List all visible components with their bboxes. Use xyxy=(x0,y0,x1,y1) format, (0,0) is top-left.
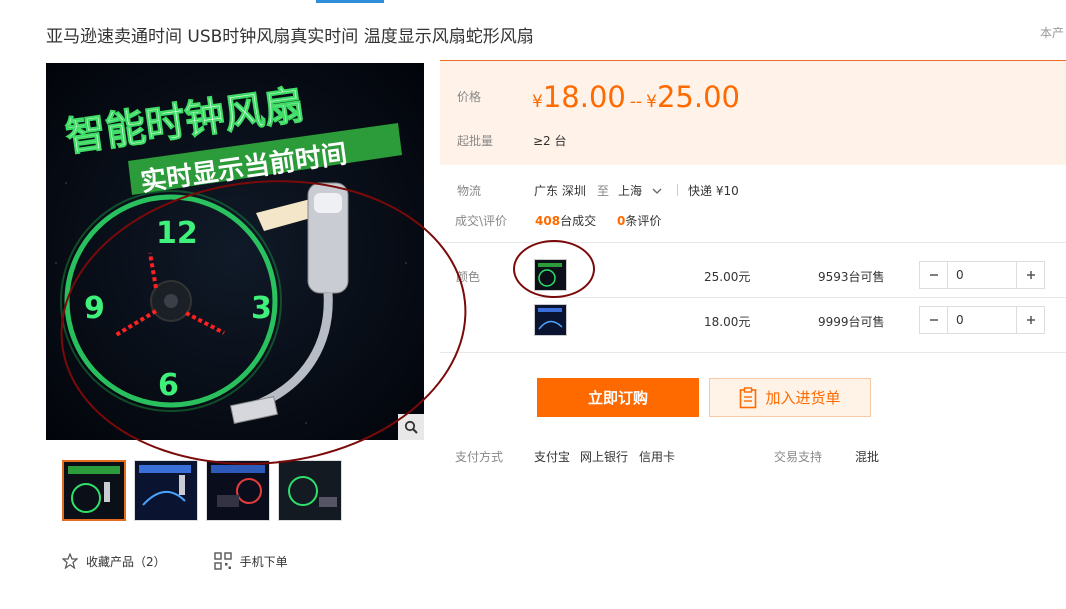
payment-method-credit: 信用卡 xyxy=(639,450,676,464)
thumbnail-strip xyxy=(62,460,342,521)
payment-method-alipay: 支付宝 xyxy=(534,450,571,464)
logistics-to: 上海 xyxy=(618,184,643,198)
price-high: 25.00 xyxy=(656,80,740,114)
sku-image-2[interactable] xyxy=(534,304,567,336)
sku-2-price: 18.00元 xyxy=(704,315,751,329)
minus-icon xyxy=(929,274,938,276)
sku-1-minus-button[interactable] xyxy=(920,262,948,288)
sku-2-minus-button[interactable] xyxy=(920,307,948,333)
sku-1-stock: 9593台可售 xyxy=(818,268,885,285)
sku-2-quantity-stepper: 0 xyxy=(919,306,1045,334)
logistics-divider xyxy=(677,184,678,196)
favorite-action[interactable]: 收藏产品（2） xyxy=(62,552,166,570)
thumbnail-1[interactable] xyxy=(62,460,126,521)
sku-1-stock-text: 台可售 xyxy=(848,270,885,284)
title-right-text: 本产 xyxy=(1040,26,1065,40)
sku-1-plus-button[interactable] xyxy=(1016,262,1044,288)
annotation-circle-sku xyxy=(513,240,595,298)
price-label: 价格 xyxy=(457,90,482,104)
clipboard-icon xyxy=(740,386,757,408)
thumbnail-3[interactable] xyxy=(206,460,270,521)
sku-1-stock-num: 9593 xyxy=(818,270,849,284)
payment-label: 支付方式 xyxy=(455,450,504,464)
price-separator: -- xyxy=(629,92,643,112)
payment-method-bank: 网上银行 xyxy=(580,450,629,464)
section-divider-2 xyxy=(440,352,1066,353)
qrcode-icon xyxy=(213,552,232,570)
logistics-express: 快递 ¥10 xyxy=(688,184,739,198)
trade-support-label: 交易支持 xyxy=(774,450,823,464)
deals-label: 成交\评价 xyxy=(455,214,508,228)
mobile-order-label: 手机下单 xyxy=(239,554,288,569)
logistics-from: 广东 深圳 xyxy=(534,184,586,198)
price-range: ¥18.00 -- ¥25.00 xyxy=(532,80,740,114)
thumbnail-4[interactable] xyxy=(278,460,342,521)
sku-1-price: 25.00元 xyxy=(704,270,751,284)
sku-1-quantity-stepper: 0 xyxy=(919,261,1045,289)
min-order-value: ≥2 台 xyxy=(533,134,567,148)
plus-icon xyxy=(1026,271,1035,279)
sku-2-stock-text: 台可售 xyxy=(848,315,885,329)
product-title: 亚马逊速卖通时间 USB时钟风扇真实时间 温度显示风扇蛇形风扇 xyxy=(46,27,534,47)
minus-icon xyxy=(929,319,938,321)
sku-2-stock: 9999台可售 xyxy=(818,313,885,330)
sold-count: 408 xyxy=(535,214,561,228)
magnifier-icon xyxy=(404,420,418,434)
favorite-label: 收藏产品（2） xyxy=(86,554,166,569)
add-to-cart-label: 加入进货单 xyxy=(765,389,841,407)
logistics-label: 物流 xyxy=(457,184,482,198)
plus-icon xyxy=(1026,316,1035,324)
sku-row-divider xyxy=(534,297,1066,298)
star-icon xyxy=(62,553,78,569)
buy-now-button[interactable]: 立即订购 xyxy=(537,378,699,417)
logistics-to-select[interactable]: 上海 xyxy=(618,182,662,199)
bottom-actions: 收藏产品（2） 手机下单 xyxy=(62,552,288,570)
deals-reviews[interactable]: 0条评价 xyxy=(617,212,661,229)
sku-1-quantity-input[interactable]: 0 xyxy=(948,262,1016,288)
top-tab-indicator xyxy=(316,0,384,3)
price-low: 18.00 xyxy=(542,80,626,114)
deals-sold: 408台成交 xyxy=(535,212,596,229)
price-currency-low: ¥ xyxy=(532,92,543,112)
sold-text: 台成交 xyxy=(560,214,597,228)
price-currency-high: ¥ xyxy=(646,92,657,112)
min-order-label: 起批量 xyxy=(457,134,494,148)
sku-2-quantity-input[interactable]: 0 xyxy=(948,307,1016,333)
sku-2-stock-num: 9999 xyxy=(818,315,849,329)
review-text: 条评价 xyxy=(625,214,662,228)
mobile-order-action[interactable]: 手机下单 xyxy=(213,552,288,570)
chevron-down-icon xyxy=(652,188,662,194)
sku-2-plus-button[interactable] xyxy=(1016,307,1044,333)
thumbnail-2[interactable] xyxy=(134,460,198,521)
add-to-cart-button[interactable]: 加入进货单 xyxy=(709,378,871,417)
trade-support-value: 混批 xyxy=(855,450,880,464)
logistics-to-word: 至 xyxy=(597,184,610,198)
